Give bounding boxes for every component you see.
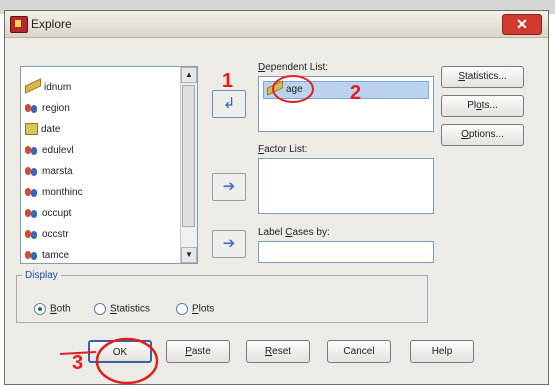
move-to-dependent-button[interactable]: ↲	[212, 90, 246, 118]
spss-app-icon	[10, 16, 28, 33]
move-arrow-icon: ➔	[222, 235, 236, 252]
move-to-label-button[interactable]: ➔	[212, 230, 246, 258]
scroll-thumb[interactable]	[182, 85, 195, 227]
annotation-number-1: 1	[222, 70, 234, 92]
dependent-list-label: Dependent List:	[258, 62, 329, 73]
ruler-icon	[25, 78, 41, 95]
list-item-age[interactable]: age	[263, 80, 429, 99]
move-to-factor-button[interactable]: ➔	[212, 173, 246, 201]
list-item-idnum[interactable]: idnum	[25, 78, 72, 97]
radio-unchecked-icon[interactable]	[94, 303, 106, 315]
variable-name: region	[42, 103, 70, 114]
factor-list[interactable]	[258, 158, 434, 214]
radio-checked-icon[interactable]	[34, 303, 46, 315]
list-item-edulevl[interactable]: edulevl	[25, 142, 74, 160]
close-button[interactable]: ✕	[502, 14, 542, 35]
display-group	[16, 275, 428, 323]
label-cases-field[interactable]	[258, 241, 434, 263]
source-variable-list[interactable]: idnum region date edulevl marsta monthin…	[20, 66, 198, 264]
list-item-occstr[interactable]: occstr	[25, 226, 69, 244]
people-icon	[25, 102, 39, 114]
ok-button[interactable]: OK	[88, 340, 152, 363]
list-item-region[interactable]: region	[25, 100, 70, 118]
variable-name: tamce	[42, 250, 70, 261]
reset-button[interactable]: Reset	[246, 340, 310, 363]
options-button[interactable]: Options...	[441, 124, 524, 146]
list-item-monthinc[interactable]: monthinc	[25, 184, 83, 202]
scroll-up-button[interactable]: ▲	[181, 67, 197, 83]
list-item-occupt[interactable]: occupt	[25, 205, 71, 223]
radio-plots[interactable]: Plots	[176, 303, 214, 315]
list-item-tamce[interactable]: tamce	[25, 247, 70, 263]
variable-name: age	[286, 84, 303, 95]
people-icon	[25, 207, 39, 219]
variable-name: edulevl	[42, 145, 74, 156]
people-icon	[25, 165, 39, 177]
help-button[interactable]: Help	[410, 340, 474, 363]
annotation-number-2: 2	[350, 82, 362, 104]
ruler-icon	[267, 80, 283, 96]
statistics-button[interactable]: Statistics...	[441, 66, 524, 88]
radio-statistics[interactable]: Statistics	[94, 303, 150, 315]
people-icon	[25, 228, 39, 240]
factor-list-label: Factor List:	[258, 144, 308, 155]
variable-name: monthinc	[42, 187, 83, 198]
scroll-down-button[interactable]: ▼	[181, 247, 197, 263]
move-arrow-icon: ➔	[222, 178, 236, 195]
list-item-marsta[interactable]: marsta	[25, 163, 73, 181]
cancel-button[interactable]: Cancel	[327, 340, 391, 363]
plots-button[interactable]: Plots...	[441, 95, 524, 117]
variable-name: occstr	[42, 229, 69, 240]
variable-name: marsta	[42, 166, 73, 177]
variable-name: occupt	[42, 208, 72, 219]
radio-both[interactable]: Both	[34, 303, 71, 315]
vertical-scrollbar[interactable]: ▲ ▼	[180, 67, 197, 263]
people-icon	[25, 186, 39, 198]
variable-name: date	[41, 124, 61, 135]
people-icon	[25, 144, 39, 156]
dependent-list[interactable]: age	[258, 76, 434, 132]
calendar-icon	[25, 123, 38, 136]
list-item-date[interactable]: date	[25, 121, 60, 139]
title-bar[interactable]: Explore ✕	[5, 11, 548, 38]
display-group-title: Display	[22, 270, 61, 281]
annotation-number-3: 3	[72, 352, 84, 374]
variable-name: idnum	[44, 82, 72, 93]
label-cases-label: Label Cases by:	[258, 227, 330, 238]
scroll-down-icon: ▼	[185, 250, 193, 259]
dialog-title: Explore	[31, 17, 72, 31]
scroll-up-icon: ▲	[185, 70, 193, 79]
people-icon	[25, 249, 39, 261]
close-icon: ✕	[516, 16, 528, 32]
paste-button[interactable]: Paste	[166, 340, 230, 363]
move-arrow-icon: ↲	[222, 95, 236, 112]
radio-unchecked-icon[interactable]	[176, 303, 188, 315]
